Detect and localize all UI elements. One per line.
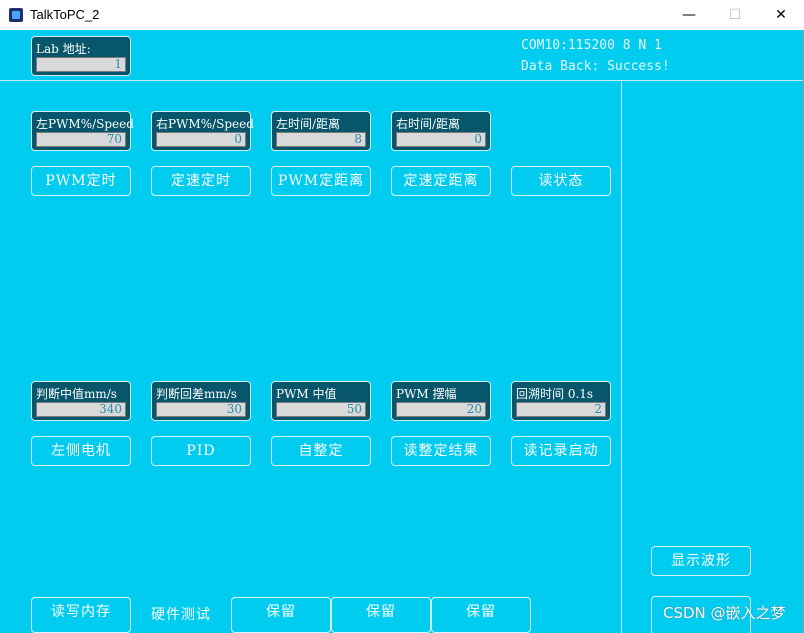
backtrack-time-field: 回溯时间 0.1s 2 [511,381,611,421]
left-time-distance-input[interactable]: 8 [276,132,366,147]
speed-distance-button[interactable]: 定速定距离 [391,166,491,196]
header-divider [0,80,803,81]
field-label: 左PWM%/Speed [36,117,134,131]
right-pwm-speed-input[interactable]: 0 [156,132,246,147]
pwm-distance-button[interactable]: PWM定距离 [271,166,371,196]
judge-hysteresis-input[interactable]: 30 [156,402,246,417]
field-label: PWM 中值 [276,387,337,401]
title-bar: TalkToPC_2 — ☐ ✕ [0,0,804,30]
client-area: Lab 地址: 1 COM10:115200 8 N 1 Data Back: … [0,30,803,633]
hardware-test-label: 硬件测试 [151,607,211,623]
left-time-distance-field: 左时间/距离 8 [271,111,371,151]
auto-tune-button[interactable]: 自整定 [271,436,371,466]
window-title: TalkToPC_2 [30,7,100,22]
field-label: 判断中值mm/s [36,387,117,401]
minimize-button[interactable]: — [666,0,712,30]
read-status-button[interactable]: 读状态 [511,166,611,196]
field-label: 回溯时间 0.1s [516,387,594,401]
speed-timed-button[interactable]: 定速定时 [151,166,251,196]
judge-median-input[interactable]: 340 [36,402,126,417]
reserved-button-1[interactable]: 保留 [231,597,331,633]
maximize-button[interactable]: ☐ [712,0,758,30]
app-icon [9,8,23,22]
right-panel-divider [621,81,622,633]
pwm-median-field: PWM 中值 50 [271,381,371,421]
read-tune-result-button[interactable]: 读整定结果 [391,436,491,466]
field-label: 右PWM%/Speed [156,117,254,131]
pwm-timed-button[interactable]: PWM定时 [31,166,131,196]
backtrack-time-input[interactable]: 2 [516,402,606,417]
judge-median-field: 判断中值mm/s 340 [31,381,131,421]
judge-hysteresis-field: 判断回差mm/s 30 [151,381,251,421]
reserved-button-2[interactable]: 保留 [331,597,431,633]
left-motor-button[interactable]: 左侧电机 [31,436,131,466]
pid-button[interactable]: PID [151,436,251,466]
read-write-memory-button[interactable]: 读写内存 [31,597,131,633]
field-label: 左时间/距离 [276,117,341,131]
pwm-amplitude-field: PWM 摆幅 20 [391,381,491,421]
field-label: PWM 摆幅 [396,387,457,401]
field-label: 右时间/距离 [396,117,461,131]
right-pwm-speed-field: 右PWM%/Speed 0 [151,111,254,151]
left-pwm-speed-input[interactable]: 70 [36,132,126,147]
show-waveform-button[interactable]: 显示波形 [651,546,751,576]
lab-address-input[interactable]: 1 [36,57,126,72]
read-record-start-button[interactable]: 读记录启动 [511,436,611,466]
close-button[interactable]: ✕ [758,0,804,30]
lab-address-label: Lab 地址: [36,42,91,56]
lab-address-field: Lab 地址: 1 [31,36,131,76]
csdn-watermark: CSDN @嵌入之梦 [663,604,786,622]
pwm-amplitude-input[interactable]: 20 [396,402,486,417]
right-time-distance-field: 右时间/距离 0 [391,111,491,151]
com-status: COM10:115200 8 N 1 [521,38,662,53]
data-back-status: Data Back: Success! [521,59,670,74]
field-label: 判断回差mm/s [156,387,237,401]
right-time-distance-input[interactable]: 0 [396,132,486,147]
left-pwm-speed-field: 左PWM%/Speed 70 [31,111,134,151]
reserved-button-3[interactable]: 保留 [431,597,531,633]
pwm-median-input[interactable]: 50 [276,402,366,417]
